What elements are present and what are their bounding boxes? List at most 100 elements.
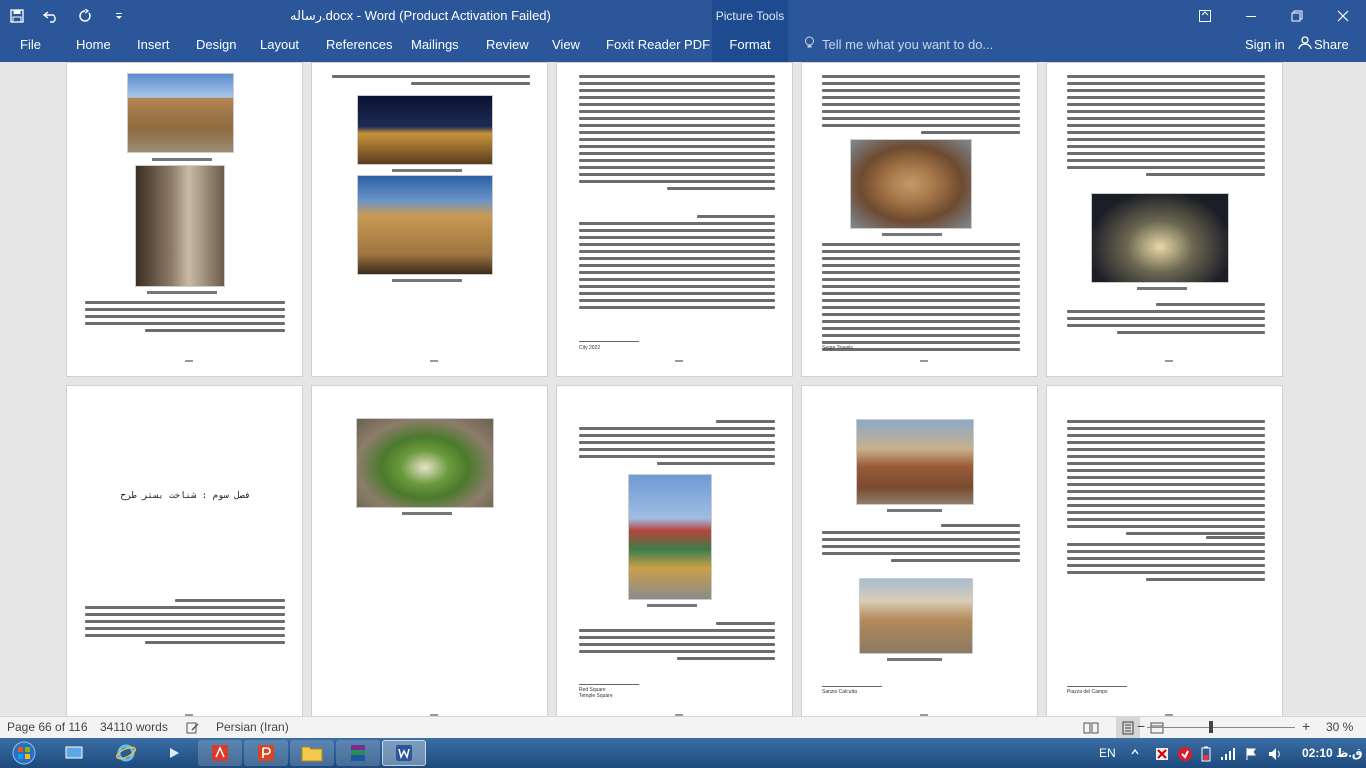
word-taskbar-button[interactable] xyxy=(382,740,426,766)
volume-icon[interactable] xyxy=(1268,738,1284,768)
zoom-out-icon[interactable]: − xyxy=(1137,716,1145,738)
antivirus-icon[interactable] xyxy=(1177,738,1193,768)
caption xyxy=(402,512,452,515)
tab-format[interactable]: Format xyxy=(712,32,788,62)
caption xyxy=(887,658,942,661)
media-player-icon[interactable] xyxy=(160,740,188,766)
network-icon[interactable] xyxy=(1220,738,1236,768)
page-number xyxy=(429,360,438,362)
clock[interactable]: 02:10 ق.ظ xyxy=(1302,738,1363,768)
paragraph xyxy=(1067,75,1265,180)
page-thumbnail[interactable] xyxy=(1046,62,1283,377)
night-plaza-photo[interactable] xyxy=(357,95,493,165)
tab-file[interactable]: File xyxy=(20,32,41,62)
tab-review[interactable]: Review xyxy=(486,32,529,62)
paragraph xyxy=(85,301,285,336)
page-thumbnail[interactable]: Red Square Temple Square xyxy=(556,385,793,716)
save-icon[interactable] xyxy=(0,0,34,32)
page-thumbnail[interactable]: Piazza del Campo xyxy=(1046,385,1283,716)
quick-access-toolbar xyxy=(0,0,136,32)
web-layout-icon[interactable] xyxy=(1150,717,1164,739)
cloth-hall-photo[interactable] xyxy=(859,578,973,654)
arcade-photo[interactable] xyxy=(135,165,225,287)
page-thumbnail[interactable] xyxy=(66,62,303,377)
file-explorer-taskbar-button[interactable] xyxy=(290,740,334,766)
caption xyxy=(647,604,697,607)
zoom-slider-thumb[interactable] xyxy=(1209,721,1213,733)
notification-flag-icon[interactable] xyxy=(1244,738,1258,768)
tab-view[interactable]: View xyxy=(552,32,580,62)
picture-tools-label: Picture Tools xyxy=(712,0,788,32)
plaza-facade-photo[interactable] xyxy=(357,175,493,275)
tab-mailings[interactable]: Mailings xyxy=(411,32,459,62)
crowd-photo[interactable] xyxy=(1091,193,1229,283)
paragraph xyxy=(85,599,285,648)
word-count[interactable]: 34110 words xyxy=(100,717,168,739)
paragraph xyxy=(822,524,1020,566)
redo-icon[interactable] xyxy=(68,0,102,32)
caption xyxy=(147,291,217,294)
page-thumbnail[interactable]: Segre Travels xyxy=(801,62,1038,377)
tray-expand-icon[interactable] xyxy=(1130,738,1140,768)
taskbar: EN 02:10 ق.ظ xyxy=(0,738,1366,768)
paragraph xyxy=(579,622,775,664)
close-icon[interactable] xyxy=(1320,0,1366,32)
tab-references[interactable]: References xyxy=(326,32,392,62)
paragraph xyxy=(579,420,775,469)
tab-foxit-reader-pdf[interactable]: Foxit Reader PDF xyxy=(606,32,710,62)
document-area[interactable]: City 2022 Segre Travels فصل سوم : شناخت … xyxy=(0,62,1366,716)
tab-home[interactable]: Home xyxy=(76,32,111,62)
page-thumbnail[interactable]: Sanzio Calcutta xyxy=(801,385,1038,716)
read-mode-icon[interactable] xyxy=(1083,717,1099,739)
caption xyxy=(392,169,462,172)
page-count[interactable]: Page 66 of 116 xyxy=(7,717,88,739)
title-bar: رساله.docx - Word (Product Activation Fa… xyxy=(0,0,1366,32)
tell-me-text: Tell me what you want to do... xyxy=(822,37,994,52)
zoom-in-icon[interactable]: + xyxy=(1302,716,1310,738)
square-aerial-photo[interactable] xyxy=(356,418,494,508)
acrobat-taskbar-button[interactable] xyxy=(198,740,242,766)
caption xyxy=(392,279,462,282)
zoom-slider-track[interactable] xyxy=(1147,727,1295,728)
internet-explorer-icon[interactable] xyxy=(108,740,144,766)
cathedral-photo[interactable] xyxy=(628,474,712,600)
undo-icon[interactable] xyxy=(34,0,68,32)
footnote-rule xyxy=(822,341,882,342)
page-thumbnail[interactable]: فصل سوم : شناخت بستر طرح xyxy=(66,385,303,716)
powerpoint-taskbar-button[interactable] xyxy=(244,740,288,766)
tab-layout[interactable]: Layout xyxy=(260,32,299,62)
person-icon xyxy=(1298,33,1314,59)
page-thumbnail[interactable] xyxy=(311,62,548,377)
caption xyxy=(152,158,212,161)
input-language[interactable]: EN xyxy=(1099,738,1116,768)
page-thumbnail[interactable] xyxy=(311,385,548,716)
ribbon-display-icon[interactable] xyxy=(1182,0,1228,32)
tab-insert[interactable]: Insert xyxy=(137,32,170,62)
stadium-photo[interactable] xyxy=(850,139,972,229)
show-desktop-icon[interactable] xyxy=(60,740,88,766)
page-thumbnail[interactable]: City 2022 xyxy=(556,62,793,377)
paragraph xyxy=(579,75,775,194)
page-number xyxy=(919,360,928,362)
security-icon[interactable] xyxy=(1155,738,1169,768)
customize-icon[interactable] xyxy=(102,0,136,32)
plaza-photo[interactable] xyxy=(127,73,234,153)
battery-icon[interactable] xyxy=(1200,738,1212,768)
proofing-icon[interactable] xyxy=(186,717,202,739)
footnote-rule xyxy=(822,686,882,687)
footnote: City 2022 xyxy=(579,345,601,351)
restore-icon[interactable] xyxy=(1274,0,1320,32)
tell-me-box[interactable]: Tell me what you want to do... xyxy=(804,32,993,62)
paragraph xyxy=(1067,420,1265,539)
share-button[interactable]: Share xyxy=(1298,32,1349,62)
minimize-icon[interactable] xyxy=(1228,0,1274,32)
tower-square-photo[interactable] xyxy=(856,419,974,505)
start-button[interactable] xyxy=(4,740,44,766)
winrar-taskbar-button[interactable] xyxy=(336,740,380,766)
paragraph xyxy=(579,215,775,313)
tab-design[interactable]: Design xyxy=(196,32,236,62)
zoom-level[interactable]: 30 % xyxy=(1326,717,1353,739)
language-indicator[interactable]: Persian (Iran) xyxy=(216,717,289,739)
footnote-rule xyxy=(579,684,639,685)
sign-in-link[interactable]: Sign in xyxy=(1245,32,1285,62)
